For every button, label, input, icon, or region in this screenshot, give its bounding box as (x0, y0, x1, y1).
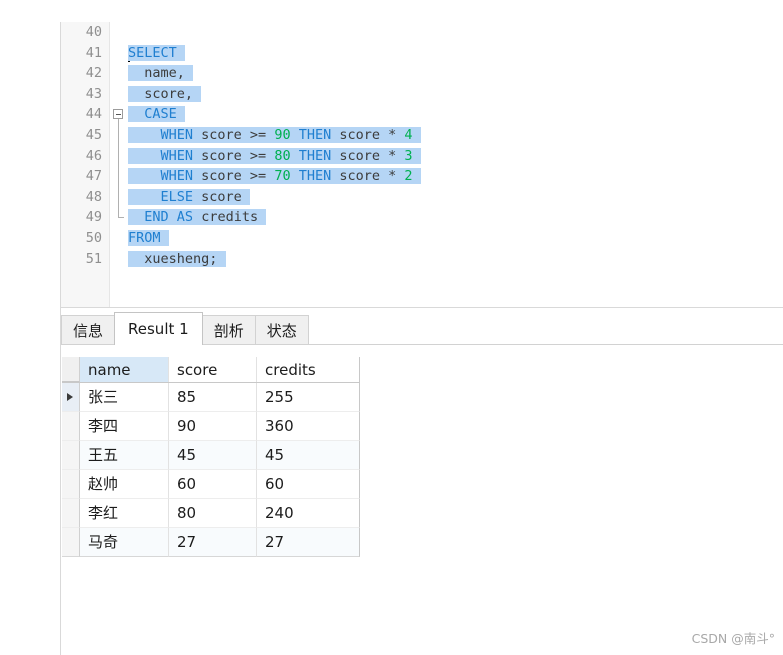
code-line-text: name, (128, 65, 194, 82)
cell-score[interactable]: 45 (169, 441, 257, 470)
code-line-text: CASE (128, 106, 185, 123)
line-number: 43 (85, 85, 102, 102)
row-indicator[interactable] (62, 383, 80, 412)
line-number: 46 (85, 147, 102, 164)
row-indicator[interactable] (62, 499, 80, 528)
table-row[interactable]: 王五 45 45 (62, 441, 360, 470)
code-line[interactable]: END AS credits (128, 207, 783, 228)
cell-credits[interactable]: 27 (257, 528, 360, 557)
cell-credits[interactable]: 60 (257, 470, 360, 499)
tab-2[interactable]: Result 1 (114, 312, 203, 345)
line-number: 48 (85, 188, 102, 205)
result-grid[interactable]: name score credits 张三 85 255 李四 90 360 王五 45 45 赵帅 60… (61, 356, 360, 557)
line-number: 50 (85, 229, 102, 246)
cell-score[interactable]: 85 (169, 383, 257, 412)
code-editor[interactable]: 40 41 42 43 44 45 46 47 48 49 50 51 SELECT name, sc… (61, 22, 783, 307)
column-header-credits[interactable]: credits (257, 357, 360, 382)
tab-label: 信息 (73, 322, 104, 340)
cell-credits[interactable]: 45 (257, 441, 360, 470)
code-line-text: xuesheng; (128, 250, 226, 267)
table-row[interactable]: 李红 80 240 (62, 499, 360, 528)
cell-name[interactable]: 马奇 (80, 528, 169, 557)
cell-credits[interactable]: 240 (257, 499, 360, 528)
code-line-text: SELECT (128, 44, 185, 61)
current-row-arrow-icon (67, 393, 73, 401)
code-line[interactable]: FROM (128, 228, 783, 249)
tabbar-top-divider (61, 307, 783, 308)
tab-3[interactable]: 剖析 (201, 315, 256, 345)
code-line[interactable]: name, (128, 63, 783, 84)
table-row[interactable]: 张三 85 255 (62, 383, 360, 412)
code-line-text: WHEN score >= 70 THEN score * 2 (128, 168, 421, 185)
table-row[interactable]: 马奇 27 27 (62, 528, 360, 557)
code-line[interactable]: ELSE score (128, 187, 783, 208)
column-header-name[interactable]: name (80, 357, 169, 382)
row-indicator[interactable] (62, 528, 80, 557)
code-line-text: WHEN score >= 90 THEN score * 4 (128, 126, 421, 143)
tab-label: Result 1 (128, 320, 189, 338)
code-line[interactable]: SELECT (128, 43, 783, 64)
line-number: 41 (85, 44, 102, 61)
line-number: 51 (85, 250, 102, 267)
code-fold-toggle-icon[interactable] (113, 109, 123, 120)
code-line-text: FROM (128, 229, 169, 246)
code-line[interactable]: CASE (128, 104, 783, 125)
row-indicator[interactable] (62, 470, 80, 499)
cell-score[interactable]: 60 (169, 470, 257, 499)
tab-4[interactable]: 状态 (254, 315, 309, 345)
code-line-text: ELSE score (128, 188, 250, 205)
code-line[interactable]: WHEN score >= 90 THEN score * 4 (128, 125, 783, 146)
cell-score[interactable]: 80 (169, 499, 257, 528)
row-indicator[interactable] (62, 412, 80, 441)
cell-score[interactable]: 27 (169, 528, 257, 557)
line-number: 47 (85, 168, 102, 185)
cell-name[interactable]: 赵帅 (80, 470, 169, 499)
code-line-text: score, (128, 85, 202, 102)
tab-strip: 信息 Result 1 剖析 状态 (61, 312, 309, 345)
line-number: 44 (85, 106, 102, 123)
code-line[interactable]: WHEN score >= 80 THEN score * 3 (128, 146, 783, 167)
cell-name[interactable]: 王五 (80, 441, 169, 470)
grid-header-row: name score credits (62, 356, 360, 383)
line-number: 40 (85, 24, 102, 40)
cell-credits[interactable]: 360 (257, 412, 360, 441)
sql-editor-window: 40 41 42 43 44 45 46 47 48 49 50 51 SELECT name, sc… (0, 0, 783, 655)
result-tabbar: 信息 Result 1 剖析 状态 (61, 312, 783, 345)
code-fold-bracket (117, 119, 119, 218)
code-line[interactable]: WHEN score >= 70 THEN score * 2 (128, 166, 783, 187)
code-line-text: END AS credits (128, 209, 267, 226)
code-folding-gutter[interactable] (110, 22, 128, 307)
line-number-gutter: 40 41 42 43 44 45 46 47 48 49 50 51 (61, 22, 110, 307)
cell-name[interactable]: 李四 (80, 412, 169, 441)
grid-corner-cell[interactable] (62, 357, 80, 382)
table-row[interactable]: 李四 90 360 (62, 412, 360, 441)
tab-label: 剖析 (213, 322, 244, 340)
code-line-text: WHEN score >= 80 THEN score * 3 (128, 147, 421, 164)
column-header-score[interactable]: score (169, 357, 257, 382)
cell-name[interactable]: 李红 (80, 499, 169, 528)
cell-score[interactable]: 90 (169, 412, 257, 441)
code-line[interactable]: xuesheng; (128, 249, 783, 270)
line-number: 45 (85, 126, 102, 143)
tab-1[interactable]: 信息 (61, 315, 116, 345)
line-number: 42 (85, 65, 102, 82)
code-line[interactable] (128, 22, 783, 43)
tab-label: 状态 (266, 322, 297, 340)
row-indicator[interactable] (62, 441, 80, 470)
cell-name[interactable]: 张三 (80, 383, 169, 412)
code-fold-bracket-end (117, 217, 124, 219)
cell-credits[interactable]: 255 (257, 383, 360, 412)
code-line[interactable]: score, (128, 84, 783, 105)
watermark: CSDN @南斗° (691, 631, 775, 646)
table-row[interactable]: 赵帅 60 60 (62, 470, 360, 499)
line-number: 49 (85, 209, 102, 226)
code-text-area[interactable]: SELECT name, score, CASE WHEN score >= 9… (128, 22, 783, 307)
